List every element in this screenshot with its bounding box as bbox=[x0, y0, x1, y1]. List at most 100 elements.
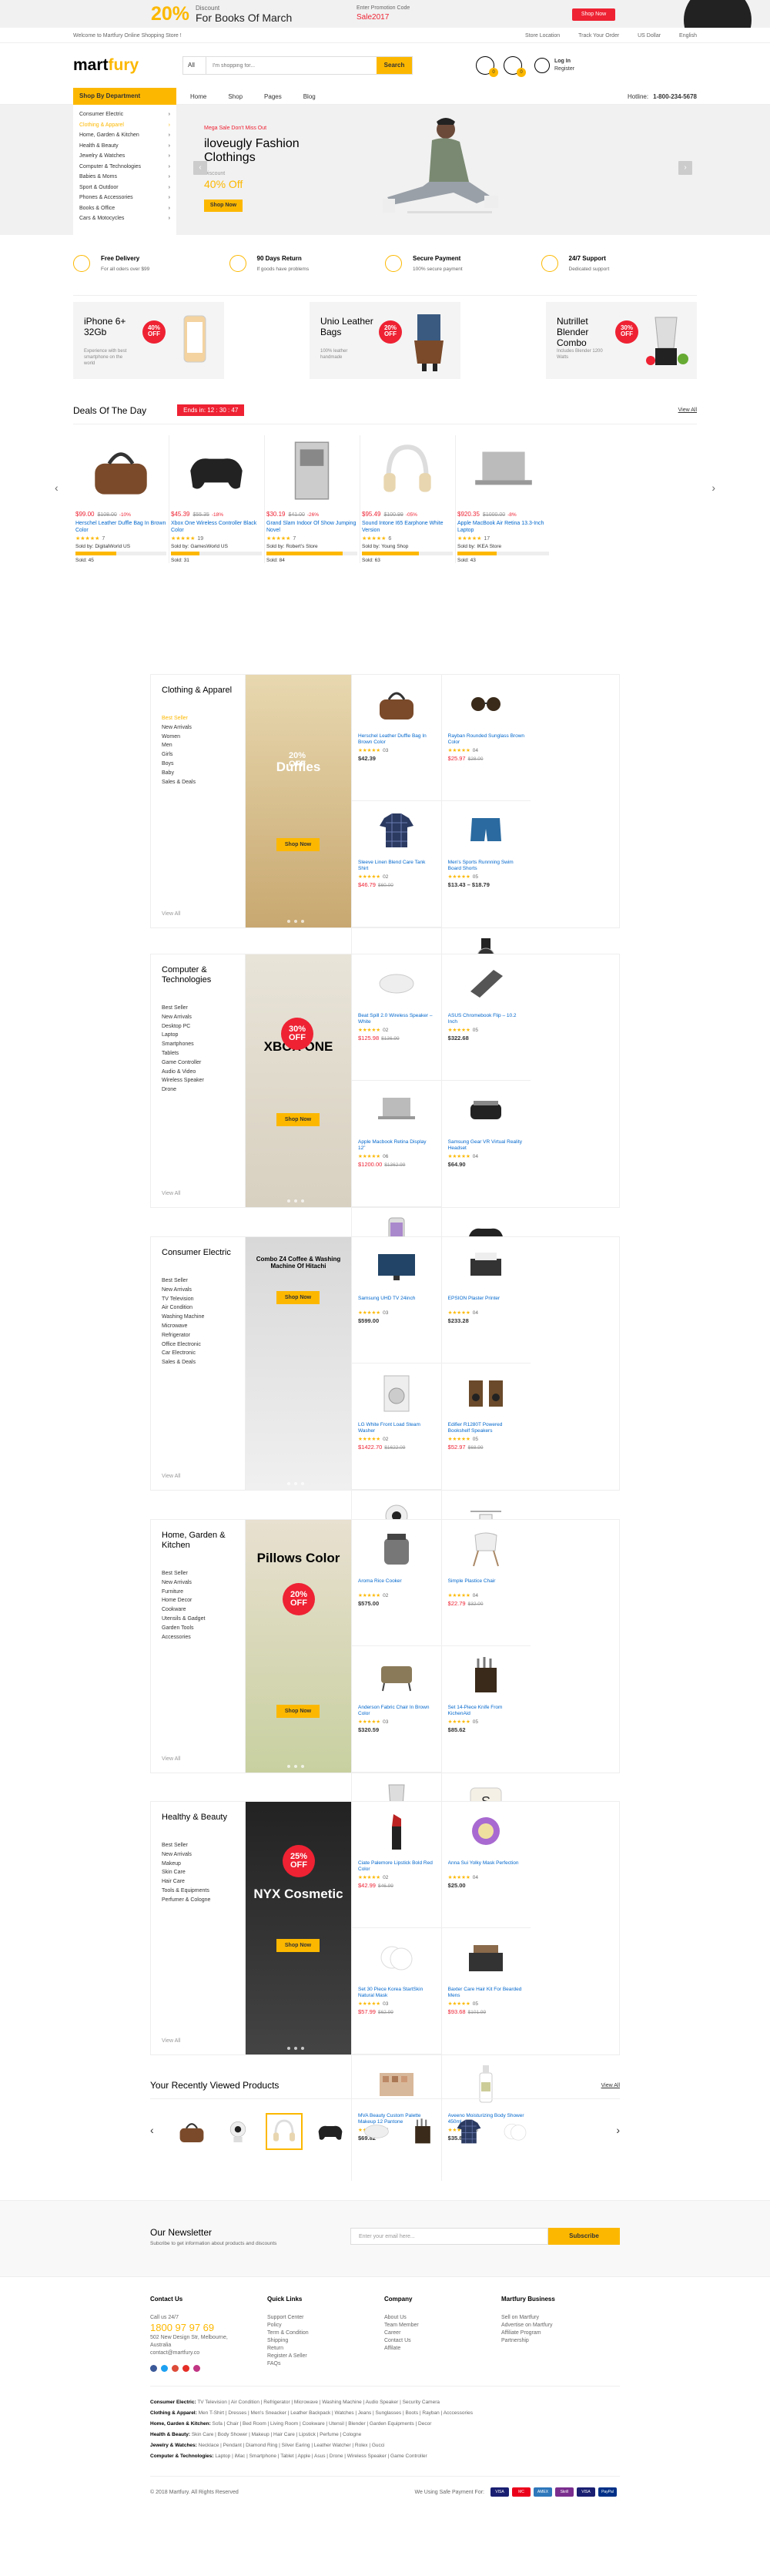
footer-link[interactable]: About Us bbox=[384, 2314, 501, 2322]
store-location-link[interactable]: Store Location bbox=[525, 33, 560, 39]
product-name[interactable]: Set 30 Piece Korea StartSkin Natural Mas… bbox=[358, 1987, 435, 1999]
category-link[interactable]: Wireless Speaker bbox=[162, 1076, 234, 1085]
category-link[interactable]: Audio & Video bbox=[162, 1068, 234, 1077]
subscribe-button[interactable]: Subscribe bbox=[548, 2228, 620, 2245]
product-card[interactable]: Herschel Leather Duffle Bag In Brown Col… bbox=[351, 675, 441, 801]
product-name[interactable]: Sleeve Linen Blend Care Tank Shirt bbox=[358, 860, 435, 872]
category-link[interactable]: Makeup bbox=[162, 1860, 234, 1869]
footer-link[interactable]: Support Center bbox=[267, 2314, 384, 2322]
category-link[interactable]: Washing Machine bbox=[162, 1313, 234, 1322]
product-name[interactable]: Simple Plastice Chair bbox=[448, 1578, 525, 1591]
dept-item[interactable]: Books & Office › bbox=[79, 203, 170, 214]
footer-link[interactable]: Shipping bbox=[267, 2337, 384, 2345]
product-image[interactable] bbox=[463, 1652, 509, 1699]
twitter-icon[interactable] bbox=[161, 2365, 168, 2372]
nav-pages[interactable]: Pages bbox=[264, 93, 282, 100]
category-banner[interactable]: Combo Z4 Coffee & Washing Machine Of Hit… bbox=[246, 1237, 351, 1490]
category-link[interactable]: Sales & Deals bbox=[162, 1358, 234, 1367]
category-link[interactable]: Cookware bbox=[162, 1605, 234, 1615]
category-link[interactable]: Drone bbox=[162, 1085, 234, 1095]
product-image[interactable] bbox=[463, 681, 509, 727]
banner-shop-button[interactable]: Shop Now bbox=[276, 1113, 320, 1126]
recent-product-thumb[interactable] bbox=[173, 2113, 210, 2150]
product-card[interactable]: Simple Plastice Chair ★★★★★ 04 $22.79 $32.00 bbox=[440, 1520, 531, 1646]
promo-card[interactable]: Nutrillet Blender Combo Includes Blender… bbox=[546, 302, 697, 379]
product-name[interactable]: ASUS Chromebook Flip – 10.2 Inch bbox=[448, 1013, 525, 1025]
search-category-select[interactable]: All bbox=[183, 57, 206, 74]
category-link[interactable]: Hair Care bbox=[162, 1877, 234, 1887]
product-card[interactable]: Edifier R1280T Powered Bookshelf Speaker… bbox=[440, 1363, 531, 1490]
deal-card[interactable]: $30.19 $41.00 -26% Grand Slam Indoor Of Sho… bbox=[264, 435, 360, 563]
footer-link[interactable]: Return bbox=[267, 2345, 384, 2353]
banner-shop-button[interactable]: Shop Now bbox=[276, 838, 320, 851]
facebook-icon[interactable] bbox=[150, 2365, 157, 2372]
product-name[interactable]: Set 14-Piece Knife From KichenAid bbox=[448, 1705, 525, 1717]
logo[interactable]: martfury bbox=[73, 56, 182, 75]
dept-item[interactable]: Clothing & Apparel › bbox=[79, 120, 170, 131]
banner-slider-dots[interactable] bbox=[287, 1199, 308, 1202]
recent-prev-icon[interactable]: ‹ bbox=[150, 2124, 154, 2136]
banner-shop-button[interactable]: Shop Now bbox=[276, 1705, 320, 1718]
category-link[interactable]: Car Electronic bbox=[162, 1349, 234, 1358]
product-card[interactable]: Ciate Palemore Lipstick Bold Red Color ★★… bbox=[351, 1802, 441, 1928]
footer-row-links[interactable]: Necklace | Pendant | Diamond Ring | Silv… bbox=[199, 2443, 385, 2448]
product-name[interactable]: LG White Front Load Steam Washer bbox=[358, 1422, 435, 1434]
dept-item[interactable]: Cars & Motocycles › bbox=[79, 213, 170, 224]
category-link[interactable]: Boys bbox=[162, 760, 234, 769]
deal-product-name[interactable]: Apple MacBook Air Retina 13.3-Inch Lapto… bbox=[457, 520, 549, 534]
product-card[interactable]: EPSION Plaster Printer ★★★★★ 04 $233.28 bbox=[440, 1237, 531, 1363]
recent-product-thumb[interactable] bbox=[312, 2113, 349, 2150]
category-link[interactable]: Game Controller bbox=[162, 1058, 234, 1068]
product-name[interactable]: Men's Sports Runnning Swim Board Shorts bbox=[448, 860, 525, 872]
recent-product-thumb[interactable] bbox=[450, 2113, 487, 2150]
deal-product-image[interactable] bbox=[79, 435, 163, 506]
category-banner[interactable]: NYX Cosmetic 25% OFF Shop Now bbox=[246, 1802, 351, 2054]
product-image[interactable] bbox=[373, 681, 420, 727]
category-link[interactable]: Microwave bbox=[162, 1322, 234, 1331]
category-link[interactable]: Air Condition bbox=[162, 1303, 234, 1313]
category-link[interactable]: Refrigerator bbox=[162, 1331, 234, 1340]
deal-product-image[interactable] bbox=[461, 435, 546, 506]
category-link[interactable]: Sales & Deals bbox=[162, 778, 234, 787]
promo-card[interactable]: iPhone 6+ 32Gb Experience with best smar… bbox=[73, 302, 224, 379]
deal-card[interactable]: $920.35 $1000.00 -8% Apple MacBook Air Reti… bbox=[455, 435, 551, 563]
product-name[interactable]: Ciate Palemore Lipstick Bold Red Color bbox=[358, 1860, 435, 1873]
shop-by-department-button[interactable]: Shop By Department bbox=[73, 88, 176, 105]
category-link[interactable]: Desktop PC bbox=[162, 1022, 234, 1031]
recent-product-thumb[interactable] bbox=[358, 2113, 395, 2150]
recent-product-thumb[interactable] bbox=[219, 2113, 256, 2150]
product-name[interactable]: Samsung Gear VR Virtual Reality Headset bbox=[448, 1139, 525, 1152]
footer-link[interactable]: Policy bbox=[267, 2322, 384, 2329]
product-image[interactable] bbox=[463, 1370, 509, 1416]
recent-view-all-link[interactable]: View All bbox=[601, 2083, 620, 2088]
product-card[interactable]: Beat Spill 2.0 Wireless Speaker – White ★… bbox=[351, 954, 441, 1081]
dept-item[interactable]: Sport & Outdoor › bbox=[79, 183, 170, 193]
category-link[interactable]: Office Electronic bbox=[162, 1340, 234, 1350]
product-name[interactable]: Apple Macbook Retina Display 12” bbox=[358, 1139, 435, 1152]
track-order-link[interactable]: Track Your Order bbox=[578, 33, 619, 39]
hero-shop-button[interactable]: Shop Now bbox=[204, 200, 243, 212]
search-input[interactable] bbox=[206, 57, 377, 74]
footer-row-links[interactable]: Laptop | iMac | Smartphone | Tablet | Ap… bbox=[215, 2454, 427, 2459]
dept-item[interactable]: Health & Beauty › bbox=[79, 141, 170, 152]
newsletter-email-input[interactable]: Enter your email here... bbox=[350, 2228, 548, 2245]
product-card[interactable]: Men's Sports Runnning Swim Board Shorts ★… bbox=[440, 801, 531, 927]
product-card[interactable]: Samsung UHD TV 24inch ★★★★★ 03 $599.00 bbox=[351, 1237, 441, 1363]
product-name[interactable]: EPSION Plaster Printer bbox=[448, 1296, 525, 1308]
deal-product-image[interactable] bbox=[174, 435, 259, 506]
product-image[interactable] bbox=[373, 807, 420, 854]
footer-row-links[interactable]: Skin Care | Body Shower | Makeup | Hair … bbox=[192, 2432, 361, 2437]
category-view-all-link[interactable]: View All bbox=[162, 911, 180, 917]
promo-shop-button[interactable]: Shop Now bbox=[572, 8, 615, 21]
footer-row-links[interactable]: Men T-Shirt | Dresses | Men's Sneacker |… bbox=[199, 2410, 473, 2416]
deal-product-image[interactable] bbox=[365, 435, 450, 506]
dept-item[interactable]: Computer & Technologies › bbox=[79, 162, 170, 173]
recent-product-thumb[interactable] bbox=[404, 2113, 441, 2150]
nav-shop[interactable]: Shop bbox=[228, 93, 243, 100]
product-name[interactable]: Anna Sui Yolky Mask Perfection bbox=[448, 1860, 525, 1873]
dept-item[interactable]: Consumer Electric › bbox=[79, 109, 170, 120]
nav-blog[interactable]: Blog bbox=[303, 93, 316, 100]
dept-item[interactable]: Jewelry & Watches › bbox=[79, 151, 170, 162]
product-name[interactable]: Samsung UHD TV 24inch bbox=[358, 1296, 435, 1308]
category-link[interactable]: Best Seller bbox=[162, 1569, 234, 1578]
